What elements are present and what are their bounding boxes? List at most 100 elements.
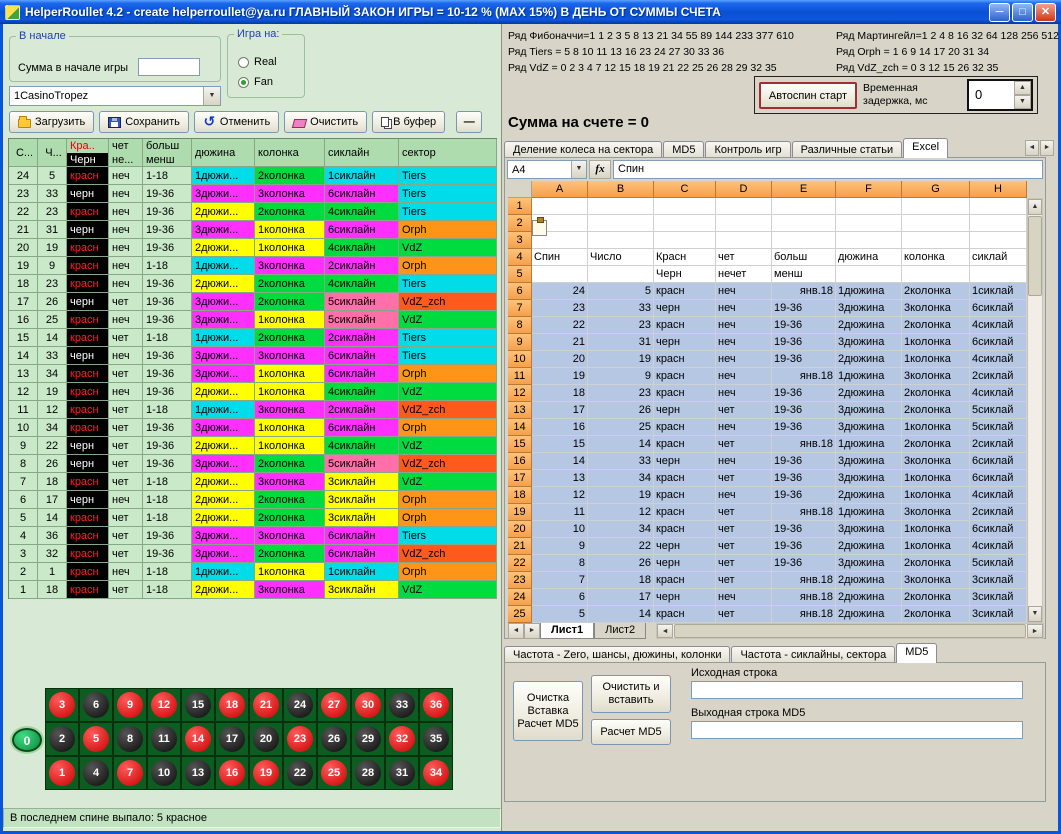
row-header-16[interactable]: 16 — [508, 453, 532, 470]
cell-B16[interactable]: 33 — [588, 453, 654, 470]
cell-B24[interactable]: 17 — [588, 589, 654, 606]
cell-C25[interactable]: красн — [654, 606, 716, 623]
cell-A9[interactable]: 21 — [532, 334, 588, 351]
cell-H17[interactable]: 6сиклай — [970, 470, 1027, 487]
cell-G3[interactable] — [902, 232, 970, 249]
row-header-5[interactable]: 5 — [508, 266, 532, 283]
cell-D4[interactable]: чет — [716, 249, 772, 266]
cell-F24[interactable]: 2дюжина — [836, 589, 902, 606]
cell-B14[interactable]: 25 — [588, 419, 654, 436]
hscroll-right-icon[interactable]: ► — [1027, 624, 1043, 638]
save-button[interactable]: Сохранить — [99, 111, 189, 133]
table-row[interactable]: 1219красннеч19-362дюжи...1колонка4сиклай… — [9, 383, 497, 401]
cell-H21[interactable]: 4сиклай — [970, 538, 1027, 555]
cell-A25[interactable]: 5 — [532, 606, 588, 623]
cell-F1[interactable] — [836, 198, 902, 215]
source-string-input[interactable] — [691, 681, 1023, 699]
row-header-18[interactable]: 18 — [508, 487, 532, 504]
board-number-36[interactable]: 36 — [419, 688, 453, 722]
cell-name-box[interactable]: A4 ▼ — [507, 160, 587, 179]
board-number-25[interactable]: 25 — [317, 756, 351, 790]
board-number-31[interactable]: 31 — [385, 756, 419, 790]
cell-A6[interactable]: 24 — [532, 283, 588, 300]
to-buffer-button[interactable]: В буфер — [372, 111, 445, 133]
cell-B12[interactable]: 23 — [588, 385, 654, 402]
cell-G9[interactable]: 1колонка — [902, 334, 970, 351]
formula-bar[interactable]: Спин — [613, 160, 1043, 179]
cell-C1[interactable] — [654, 198, 716, 215]
cell-H2[interactable] — [970, 215, 1027, 232]
cell-B6[interactable]: 5 — [588, 283, 654, 300]
cell-G11[interactable]: 3колонка — [902, 368, 970, 385]
cell-F25[interactable]: 2дюжина — [836, 606, 902, 623]
cell-G8[interactable]: 2колонка — [902, 317, 970, 334]
namebox-dropdown-icon[interactable]: ▼ — [571, 161, 586, 178]
calc-md5-button[interactable]: Расчет MD5 — [591, 719, 671, 745]
row-header-22[interactable]: 22 — [508, 555, 532, 572]
cell-B7[interactable]: 33 — [588, 300, 654, 317]
cell-G4[interactable]: колонка — [902, 249, 970, 266]
board-number-18[interactable]: 18 — [215, 688, 249, 722]
cell-F8[interactable]: 2дюжина — [836, 317, 902, 334]
tab-excel[interactable]: Excel — [903, 138, 948, 158]
clear-insert-calc-button[interactable]: Очистка Вставка Расчет MD5 — [513, 681, 583, 741]
table-row[interactable]: 1823красннеч19-362дюжи...2колонка4сиклай… — [9, 275, 497, 293]
fx-icon[interactable]: fx — [589, 160, 611, 179]
casino-select[interactable]: 1CasinoTropez ▼ — [9, 86, 221, 106]
cell-E12[interactable]: 19-36 — [772, 385, 836, 402]
cell-D16[interactable]: неч — [716, 453, 772, 470]
sheet-tab-лист1[interactable]: Лист1 — [540, 623, 594, 639]
board-number-14[interactable]: 14 — [181, 722, 215, 756]
horizontal-scroll-thumb[interactable] — [674, 624, 1026, 638]
start-sum-input[interactable] — [138, 58, 200, 76]
cell-F16[interactable]: 3дюжина — [836, 453, 902, 470]
cell-H12[interactable]: 4сиклай — [970, 385, 1027, 402]
cell-D13[interactable]: чет — [716, 402, 772, 419]
cell-A21[interactable]: 9 — [532, 538, 588, 555]
cell-H7[interactable]: 6сиклай — [970, 300, 1027, 317]
cell-E1[interactable] — [772, 198, 836, 215]
title-bar[interactable]: HelperRoullet 4.2 - create helperroullet… — [0, 0, 1061, 24]
cell-G17[interactable]: 1колонка — [902, 470, 970, 487]
scroll-up-icon[interactable]: ▲ — [1028, 199, 1042, 215]
maximize-button[interactable]: □ — [1012, 3, 1033, 22]
cell-A17[interactable]: 13 — [532, 470, 588, 487]
board-number-26[interactable]: 26 — [317, 722, 351, 756]
cell-C8[interactable]: красн — [654, 317, 716, 334]
cell-D15[interactable]: чет — [716, 436, 772, 453]
cell-C3[interactable] — [654, 232, 716, 249]
table-row[interactable]: 2333черннеч19-363дюжи...3колонка6сиклайн… — [9, 185, 497, 203]
cell-B13[interactable]: 26 — [588, 402, 654, 419]
table-row[interactable]: 1625красннеч19-363дюжи...1колонка5сиклай… — [9, 311, 497, 329]
cell-F18[interactable]: 2дюжина — [836, 487, 902, 504]
cell-H10[interactable]: 4сиклай — [970, 351, 1027, 368]
cell-H19[interactable]: 2сиклай — [970, 504, 1027, 521]
collapse-button[interactable]: — — [456, 111, 482, 133]
cell-C15[interactable]: красн — [654, 436, 716, 453]
cell-D14[interactable]: неч — [716, 419, 772, 436]
cell-A7[interactable]: 23 — [532, 300, 588, 317]
cell-C16[interactable]: черн — [654, 453, 716, 470]
cell-D18[interactable]: неч — [716, 487, 772, 504]
cell-H16[interactable]: 6сиклай — [970, 453, 1027, 470]
table-row[interactable]: 1726чернчет19-363дюжи...2колонка5сиклайн… — [9, 293, 497, 311]
tab-scroll-right-icon[interactable]: ► — [1040, 140, 1054, 156]
cell-C22[interactable]: черн — [654, 555, 716, 572]
cell-D11[interactable]: неч — [716, 368, 772, 385]
cell-B15[interactable]: 14 — [588, 436, 654, 453]
cell-C4[interactable]: Красн — [654, 249, 716, 266]
cell-F7[interactable]: 3дюжина — [836, 300, 902, 317]
table-row[interactable]: 245красннеч1-181дюжи...2колонка1сиклайнT… — [9, 167, 497, 185]
col-header-C[interactable]: C — [654, 181, 716, 198]
row-header-23[interactable]: 23 — [508, 572, 532, 589]
cell-C9[interactable]: черн — [654, 334, 716, 351]
cell-D22[interactable]: чет — [716, 555, 772, 572]
board-number-35[interactable]: 35 — [419, 722, 453, 756]
cell-D10[interactable]: неч — [716, 351, 772, 368]
cell-G15[interactable]: 2колонка — [902, 436, 970, 453]
cell-D5[interactable]: нечет — [716, 266, 772, 283]
cell-F6[interactable]: 1дюжина — [836, 283, 902, 300]
cell-D12[interactable]: неч — [716, 385, 772, 402]
cell-F23[interactable]: 2дюжина — [836, 572, 902, 589]
cell-E6[interactable]: янв.18 — [772, 283, 836, 300]
